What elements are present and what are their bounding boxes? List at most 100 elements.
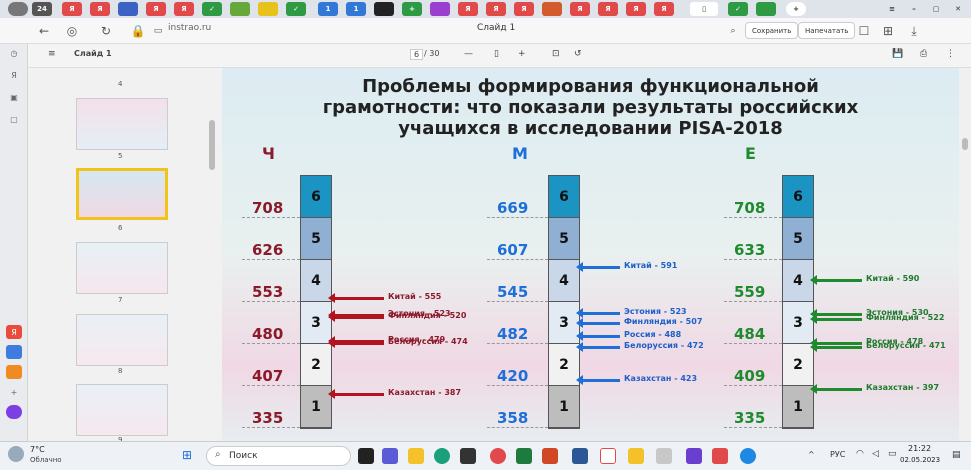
tab-19[interactable]: Я <box>570 2 590 16</box>
tab-5[interactable]: Я <box>174 2 194 16</box>
tab-13[interactable]: + <box>402 2 422 16</box>
tab-12[interactable] <box>374 2 394 16</box>
clock-time[interactable]: 21:22 <box>908 444 931 453</box>
weather-icon[interactable] <box>8 446 24 462</box>
url-text[interactable]: instrao.ru <box>168 23 211 33</box>
volume-icon[interactable]: ◁ <box>872 449 879 459</box>
page-scrollbar[interactable] <box>959 68 971 441</box>
add-icon[interactable]: + <box>6 385 22 399</box>
rotate-icon[interactable]: ↺ <box>574 49 582 59</box>
thumbnail-6-selected[interactable] <box>76 168 168 220</box>
edge-icon[interactable] <box>434 448 450 464</box>
tab-8[interactable] <box>258 2 278 16</box>
country-arrow <box>576 331 620 341</box>
download-icon[interactable]: ⤓ <box>906 23 922 39</box>
excel-icon[interactable] <box>516 448 532 464</box>
bookmark-icon[interactable]: ☐ <box>856 23 872 39</box>
weather-temp: 7°C <box>30 445 45 454</box>
shield-blue-icon[interactable] <box>6 345 22 359</box>
thumbnail-5[interactable] <box>76 98 168 150</box>
battery-icon[interactable]: ▭ <box>888 449 897 459</box>
telegram-icon[interactable] <box>740 448 756 464</box>
save-button[interactable]: Сохранить <box>745 22 799 39</box>
tray-arrow-icon[interactable]: ^ <box>808 450 815 459</box>
tab-1[interactable]: Я <box>62 2 82 16</box>
back-arrow-icon[interactable]: ← <box>36 23 52 39</box>
page-number-input[interactable]: 6 <box>410 49 424 60</box>
shield-protect-icon[interactable]: ◎ <box>64 23 80 39</box>
profile-avatar[interactable] <box>8 2 28 16</box>
app-icon-4[interactable] <box>712 448 728 464</box>
app-icon[interactable] <box>628 448 644 464</box>
tab-24[interactable] <box>756 2 776 16</box>
start-icon[interactable]: ⊞ <box>182 448 198 464</box>
tab-2[interactable]: Я <box>90 2 110 16</box>
clock-date[interactable]: 02.05.2023 <box>900 456 940 464</box>
task-view-icon[interactable] <box>358 448 374 464</box>
tab-10[interactable]: 1 <box>318 2 338 16</box>
tab-active[interactable]: ▯ <box>690 2 718 16</box>
close-window-icon[interactable]: ✕ <box>948 2 968 16</box>
tab-7[interactable] <box>230 2 250 16</box>
reload-icon[interactable]: ↻ <box>98 23 114 39</box>
wifi-icon[interactable]: ◠ <box>856 449 864 459</box>
thumb-number: 4 <box>118 80 123 88</box>
clock-icon[interactable]: ◷ <box>6 46 22 60</box>
explorer-icon[interactable] <box>408 448 424 464</box>
word-icon[interactable] <box>572 448 588 464</box>
yandex-taskbar-icon[interactable] <box>490 448 506 464</box>
tab-18[interactable] <box>542 2 562 16</box>
video-icon[interactable]: ▣ <box>6 90 22 104</box>
tab-16[interactable]: Я <box>486 2 506 16</box>
tab-20[interactable]: Я <box>598 2 618 16</box>
mail-icon[interactable] <box>6 365 22 379</box>
tab-11[interactable]: 1 <box>346 2 366 16</box>
lock-icon[interactable]: 🔒 <box>130 23 146 39</box>
tab-23[interactable]: ✓ <box>728 2 748 16</box>
thumbnail-9[interactable] <box>76 384 168 436</box>
minimize-icon[interactable]: – <box>904 2 924 16</box>
fit-page-icon[interactable]: ⊡ <box>552 49 560 59</box>
print-button[interactable]: Напечатать <box>798 22 856 39</box>
shield-icon[interactable]: ▢ <box>6 112 22 126</box>
level-segment: 1 <box>301 386 331 428</box>
print-icon[interactable]: ⎙ <box>920 49 927 59</box>
app-icon-2[interactable] <box>656 448 672 464</box>
tab-4[interactable]: Я <box>146 2 166 16</box>
maximize-icon[interactable]: ▢ <box>926 2 946 16</box>
tab-21[interactable]: Я <box>626 2 646 16</box>
extensions-icon[interactable]: ⊞ <box>880 23 896 39</box>
yandex-icon[interactable]: Я <box>6 325 22 339</box>
save-file-icon[interactable]: 💾 <box>892 49 903 59</box>
alice-icon[interactable] <box>6 405 22 419</box>
lang-indicator[interactable]: РУС <box>830 450 845 459</box>
powerpoint-icon[interactable] <box>542 448 558 464</box>
tab-22[interactable]: Я <box>654 2 674 16</box>
teams-icon[interactable] <box>382 448 398 464</box>
notification-icon[interactable]: ▤ <box>952 450 961 460</box>
search-icon[interactable]: ⌕ <box>725 23 741 39</box>
tab-9[interactable]: ✓ <box>286 2 306 16</box>
tab-6[interactable]: ✓ <box>202 2 222 16</box>
tab-3[interactable] <box>118 2 138 16</box>
tab-14[interactable] <box>430 2 450 16</box>
yandex-browser-icon[interactable] <box>600 448 616 464</box>
app-icon-3[interactable] <box>686 448 702 464</box>
level-segment: 4 <box>549 260 579 302</box>
ya-icon[interactable]: Я <box>6 68 22 82</box>
new-tab-icon[interactable]: + <box>786 2 806 16</box>
zoom-in-button[interactable]: + <box>518 49 526 59</box>
menu-icon[interactable]: ≡ <box>48 49 56 59</box>
search-box[interactable]: ⌕ Поиск <box>206 446 351 466</box>
thumbnail-7[interactable] <box>76 242 168 294</box>
tabs-menu-icon[interactable]: ≡ <box>882 2 902 16</box>
thumbnail-8[interactable] <box>76 314 168 366</box>
tab-count-badge[interactable]: 24 <box>32 2 52 16</box>
tab-15[interactable]: Я <box>458 2 478 16</box>
thumbnail-scrollbar[interactable] <box>209 120 215 170</box>
more-options-icon[interactable]: ⋮ <box>946 49 955 59</box>
store-icon[interactable] <box>460 448 476 464</box>
zoom-out-button[interactable]: — <box>464 49 473 59</box>
tab-17[interactable]: Я <box>514 2 534 16</box>
page-scroll-thumb[interactable] <box>962 138 968 150</box>
